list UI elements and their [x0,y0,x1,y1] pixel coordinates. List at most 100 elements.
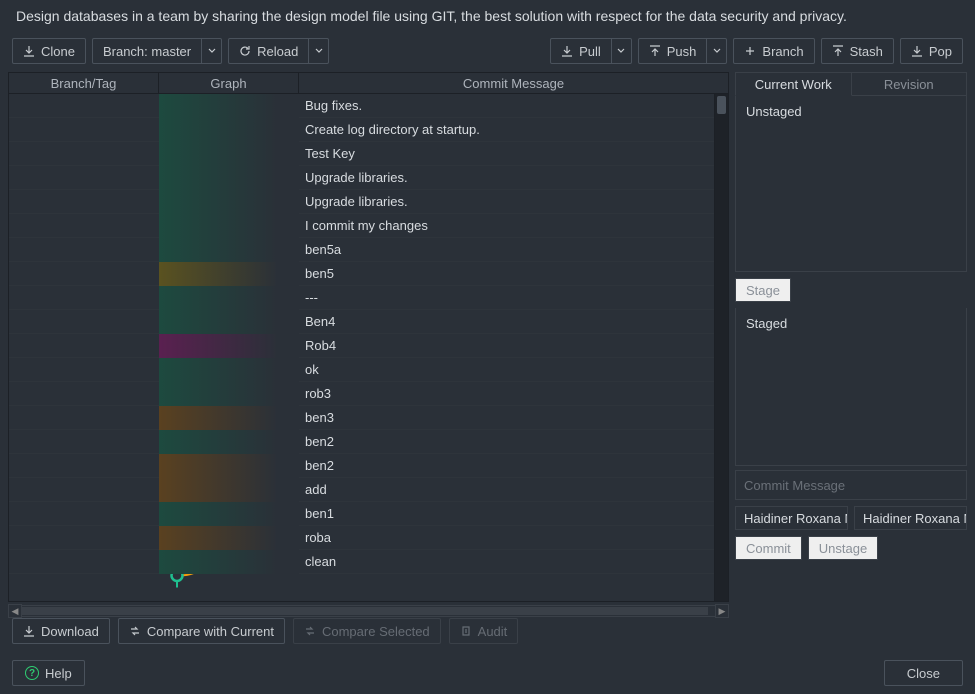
commit-row[interactable]: roba [9,526,714,550]
download-icon [23,625,35,637]
commit-message-cell: roba [299,530,714,545]
header-graph[interactable]: Graph [158,72,298,94]
commit-message-cell: add [299,482,714,497]
footer: ? Help Close [0,652,975,694]
commit-row[interactable]: Rob4 [9,334,714,358]
commit-row[interactable]: add [9,478,714,502]
graph-cell [159,550,299,574]
graph-cell [159,166,299,190]
stash-button[interactable]: Stash [821,38,894,64]
commit-message-cell: --- [299,290,714,305]
graph-cell [159,406,299,430]
stage-button[interactable]: Stage [735,278,791,302]
graph-cell [159,262,299,286]
audit-button: Audit [449,618,519,644]
download-icon [23,45,35,57]
commit-message-cell: ben5 [299,266,714,281]
commit-button[interactable]: Commit [735,536,802,560]
staged-label: Staged [746,316,787,331]
help-button[interactable]: ? Help [12,660,85,686]
unstaged-panel: Unstaged [735,96,967,272]
branch-button[interactable]: Branch [733,38,814,64]
commit-list: Branch/Tag Graph Commit Message Bug fixe… [8,72,729,618]
compare-icon [129,625,141,637]
commit-message-cell: Rob4 [299,338,714,353]
download-button[interactable]: Download [12,618,110,644]
commit-row[interactable]: rob3 [9,382,714,406]
clone-button[interactable]: Clone [12,38,86,64]
graph-cell [159,502,299,526]
pop-button[interactable]: Pop [900,38,963,64]
close-button[interactable]: Close [884,660,963,686]
commit-row[interactable]: Upgrade libraries. [9,190,714,214]
chevron-down-icon[interactable] [308,39,328,63]
plus-icon [744,45,756,57]
upload-icon [649,45,661,57]
commit-row[interactable]: Bug fixes. [9,94,714,118]
commit-row[interactable]: Ben4 [9,310,714,334]
commit-row[interactable]: ben2 [9,454,714,478]
commit-row[interactable]: Create log directory at startup. [9,118,714,142]
graph-cell [159,526,299,550]
commit-row[interactable]: ben1 [9,502,714,526]
commit-row[interactable]: ben5 [9,262,714,286]
branch-selector[interactable]: Branch: master [92,38,222,64]
chevron-down-icon[interactable] [611,39,631,63]
pull-button[interactable]: Pull [550,38,632,64]
commit-message-cell: Create log directory at startup. [299,122,714,137]
commit-row[interactable]: --- [9,286,714,310]
commit-row[interactable]: Upgrade libraries. [9,166,714,190]
commit-message-cell: Upgrade libraries. [299,170,714,185]
upload-icon [832,45,844,57]
commit-message-cell: ben2 [299,458,714,473]
graph-cell [159,142,299,166]
commit-row[interactable]: ben3 [9,406,714,430]
download-icon [911,45,923,57]
commit-message-cell: I commit my changes [299,218,714,233]
unstage-button[interactable]: Unstage [808,536,878,560]
tab-current-work[interactable]: Current Work [735,72,852,96]
info-banner: Design databases in a team by sharing th… [0,0,975,34]
chevron-down-icon[interactable] [706,39,726,63]
audit-icon [460,625,472,637]
staged-panel: Staged [735,308,967,466]
commit-message-cell: Test Key [299,146,714,161]
unstaged-label: Unstaged [746,104,802,119]
graph-cell [159,190,299,214]
author-name-field[interactable]: Haidiner Roxana M [735,506,848,530]
help-icon: ? [25,666,39,680]
header-branch-tag[interactable]: Branch/Tag [8,72,158,94]
header-commit-message[interactable]: Commit Message [298,72,729,94]
graph-cell [159,310,299,334]
reload-button[interactable]: Reload [228,38,329,64]
commit-message-cell: Bug fixes. [299,98,714,113]
commit-row[interactable]: ok [9,358,714,382]
tab-revision[interactable]: Revision [852,72,968,96]
main-toolbar: Clone Branch: master Reload Pull Push [0,34,975,72]
commit-message-cell: ben5a [299,242,714,257]
commit-row[interactable]: ben2 [9,430,714,454]
chevron-down-icon[interactable] [201,39,221,63]
commit-row[interactable]: Test Key [9,142,714,166]
commit-row[interactable]: clean [9,550,714,574]
graph-cell [159,382,299,406]
action-bar: Download Compare with Current Compare Se… [0,614,975,648]
graph-cell [159,358,299,382]
commit-message-input[interactable]: Commit Message [735,470,967,500]
compare-selected-button: Compare Selected [293,618,441,644]
commit-row[interactable]: ben5a [9,238,714,262]
reload-icon [239,45,251,57]
commit-message-cell: ben3 [299,410,714,425]
column-headers: Branch/Tag Graph Commit Message [8,72,729,94]
vertical-scrollbar[interactable] [714,94,728,601]
commit-message-cell: ben2 [299,434,714,449]
push-button[interactable]: Push [638,38,728,64]
graph-cell [159,286,299,310]
graph-cell [159,238,299,262]
graph-cell [159,118,299,142]
compare-current-button[interactable]: Compare with Current [118,618,285,644]
commit-message-cell: ok [299,362,714,377]
compare-icon [304,625,316,637]
author-email-field[interactable]: Haidiner Roxana M [854,506,967,530]
commit-row[interactable]: I commit my changes [9,214,714,238]
